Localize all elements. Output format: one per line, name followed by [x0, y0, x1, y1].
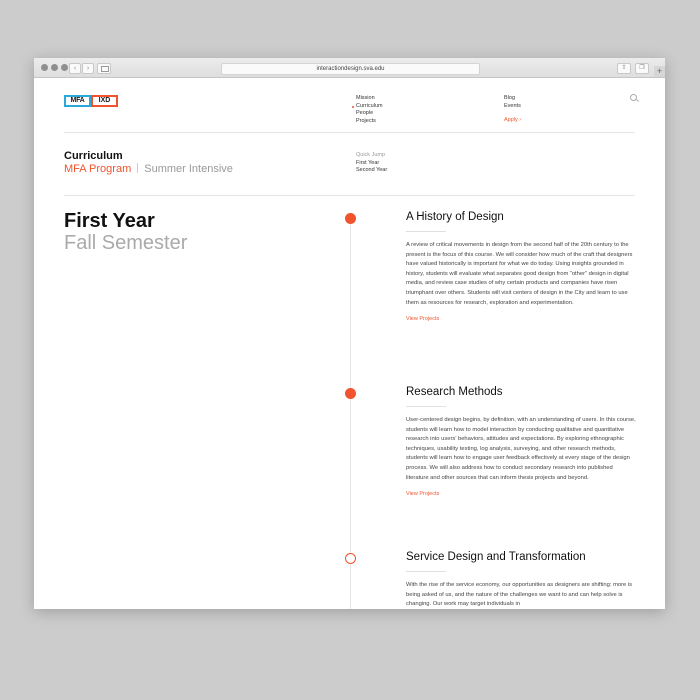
- nav-item-projects[interactable]: Projects: [356, 118, 383, 126]
- close-window-button[interactable]: [41, 64, 48, 71]
- course-title-rule: [406, 231, 446, 232]
- header-divider: [64, 132, 635, 133]
- share-button[interactable]: ⇪: [617, 63, 631, 74]
- nav-item-mission[interactable]: Mission: [356, 95, 383, 103]
- search-icon[interactable]: [630, 94, 637, 101]
- nav-item-blog[interactable]: Blog: [504, 95, 521, 103]
- tab-separator: [137, 163, 139, 173]
- sidebar-icon: [101, 66, 109, 72]
- primary-nav: Mission Curriculum People Projects: [352, 95, 383, 126]
- nav-item-events[interactable]: Events: [504, 103, 521, 111]
- course-title: Service Design and Transformation: [406, 551, 586, 563]
- section-divider: [64, 195, 635, 196]
- course-description: With the rise of the service economy, ou…: [406, 582, 633, 608]
- course-research-methods: Research Methods User-centered design be…: [406, 386, 636, 497]
- timeline-dot: [345, 213, 356, 224]
- address-bar[interactable]: interactiondesign.sva.edu: [221, 63, 480, 75]
- new-tab-button[interactable]: +: [654, 66, 665, 77]
- minimize-window-button[interactable]: [51, 64, 58, 71]
- course-service-design: Service Design and Transformation With t…: [406, 551, 636, 609]
- view-projects-link[interactable]: View Projects: [406, 491, 636, 497]
- quick-jump-label: Quick Jump: [356, 152, 386, 158]
- program-switcher: MFA Program Summer Intensive: [64, 163, 233, 175]
- forward-button[interactable]: ›: [82, 63, 94, 74]
- quick-jump: Quick Jump First Year Second Year: [356, 152, 387, 175]
- course-description: A review of critical movements in design…: [406, 242, 633, 306]
- browser-window: ‹ › interactiondesign.sva.edu ⇪ ❐ + MFA …: [34, 58, 665, 609]
- apply-link[interactable]: Apply ›: [504, 117, 521, 125]
- quick-jump-first-year[interactable]: First Year: [356, 160, 387, 168]
- course-description: User-centered design begins, by definiti…: [406, 417, 636, 481]
- tab-mfa-program[interactable]: MFA Program: [64, 163, 131, 175]
- show-tabs-button[interactable]: ❐: [635, 63, 649, 74]
- course-title: Research Methods: [406, 386, 503, 398]
- timeline-dot-hollow: [345, 553, 356, 564]
- course-title-rule: [406, 406, 446, 407]
- quick-jump-second-year[interactable]: Second Year: [356, 167, 387, 175]
- course-history-of-design: A History of Design A review of critical…: [406, 211, 636, 322]
- browser-toolbar: ‹ › interactiondesign.sva.edu ⇪ ❐: [34, 58, 665, 78]
- tab-summer-intensive[interactable]: Summer Intensive: [144, 163, 233, 175]
- logo-mfa: MFA: [64, 95, 91, 107]
- nav-item-curriculum[interactable]: Curriculum: [352, 103, 383, 111]
- logo-ixd: IXD: [91, 95, 118, 107]
- timeline-dot: [345, 388, 356, 399]
- secondary-nav: Blog Events Apply ›: [504, 95, 521, 125]
- nav-item-people[interactable]: People: [356, 110, 383, 118]
- back-button[interactable]: ‹: [69, 63, 81, 74]
- course-title-rule: [406, 571, 446, 572]
- zoom-window-button[interactable]: [61, 64, 68, 71]
- course-title: A History of Design: [406, 211, 504, 223]
- page-title: Curriculum: [64, 150, 123, 162]
- timeline-line: [350, 217, 351, 609]
- sidebar-toggle-button[interactable]: [97, 63, 111, 74]
- view-projects-link[interactable]: View Projects: [406, 316, 636, 322]
- web-page: MFA IXD Mission Curriculum People Projec…: [34, 78, 665, 609]
- section-title: First Year: [64, 210, 155, 232]
- section-subtitle: Fall Semester: [64, 232, 188, 254]
